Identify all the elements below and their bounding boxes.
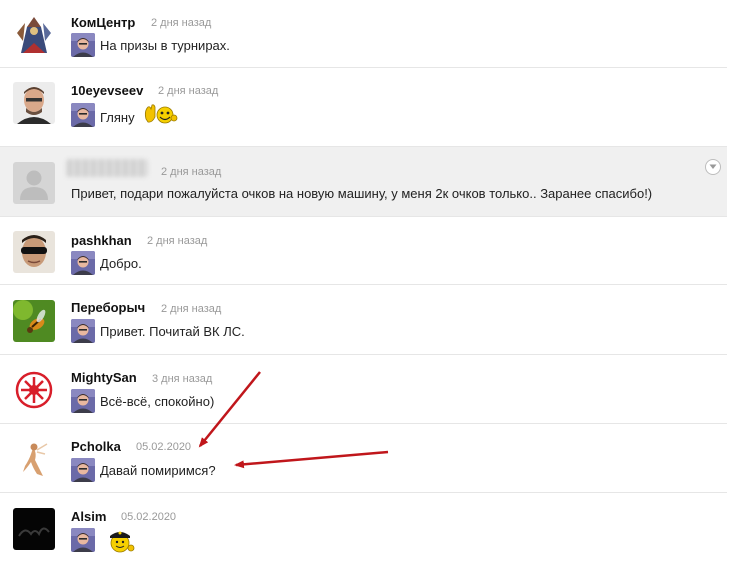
my-avatar — [71, 458, 95, 482]
sender-name[interactable]: Alsim — [71, 509, 106, 524]
message-time: 2 дня назад — [161, 166, 222, 178]
message-text: Добро. — [100, 256, 142, 271]
sender-name[interactable]: pashkhan — [71, 233, 132, 248]
sender-name[interactable]: КомЦентр — [71, 15, 135, 30]
avatar[interactable] — [13, 13, 55, 55]
message-text: Привет. Почитай ВК ЛС. — [100, 324, 245, 339]
sender-name[interactable]: 10eyevseev — [71, 83, 143, 98]
message-text: Привет, подари пожалуйста очков на новую… — [71, 186, 653, 201]
avatar[interactable] — [13, 369, 55, 411]
message-row[interactable]: pashkhan 2 дня назад Добро. — [0, 217, 727, 285]
message-time: 05.02.2020 — [121, 511, 177, 523]
sender-name-blurred[interactable] — [66, 159, 148, 177]
avatar-placeholder[interactable] — [13, 162, 55, 204]
message-time: 2 дня назад — [151, 17, 212, 29]
message-time: 3 дня назад — [152, 373, 213, 385]
avatar[interactable] — [13, 508, 55, 550]
my-avatar — [71, 33, 95, 57]
message-row[interactable]: MightySan 3 дня назад Всё-всё, спокойно) — [0, 355, 727, 424]
my-avatar — [71, 528, 95, 552]
waving-hand-smiley-icon — [142, 103, 178, 132]
police-smiley-icon — [107, 526, 137, 561]
sender-name[interactable]: MightySan — [71, 370, 137, 385]
message-row-selected[interactable]: 2 дня назад Привет, подари пожалуйста оч… — [0, 147, 727, 217]
my-avatar — [71, 319, 95, 343]
sender-name[interactable]: Pcholka — [71, 439, 121, 454]
avatar[interactable] — [13, 300, 55, 342]
avatar[interactable] — [13, 82, 55, 124]
my-avatar — [71, 103, 95, 127]
message-row[interactable]: Pcholka 05.02.2020 Давай помиримся? — [0, 424, 727, 493]
avatar[interactable] — [13, 231, 55, 273]
avatar[interactable] — [13, 438, 55, 480]
message-text: Всё-всё, спокойно) — [100, 394, 215, 409]
message-time: 05.02.2020 — [136, 441, 192, 453]
my-avatar — [71, 251, 95, 275]
message-time: 2 дня назад — [161, 303, 222, 315]
chevron-down-icon[interactable] — [705, 159, 721, 175]
message-time: 2 дня назад — [147, 235, 208, 247]
message-text: На призы в турнирах. — [100, 38, 230, 53]
message-text: Давай помиримся? — [100, 463, 216, 478]
message-row[interactable]: Переборыч 2 дня назад Привет. Почитай ВК… — [0, 285, 727, 355]
message-row[interactable]: 10eyevseev 2 дня назад Гляну — [0, 68, 727, 147]
sender-name[interactable]: Переборыч — [71, 300, 145, 315]
message-row[interactable]: КомЦентр 2 дня назад На призы в турнирах… — [0, 0, 727, 68]
my-avatar — [71, 389, 95, 413]
message-text: Гляну — [100, 110, 135, 125]
message-row[interactable]: Alsim 05.02.2020 — [0, 493, 727, 566]
message-time: 2 дня назад — [158, 85, 219, 97]
